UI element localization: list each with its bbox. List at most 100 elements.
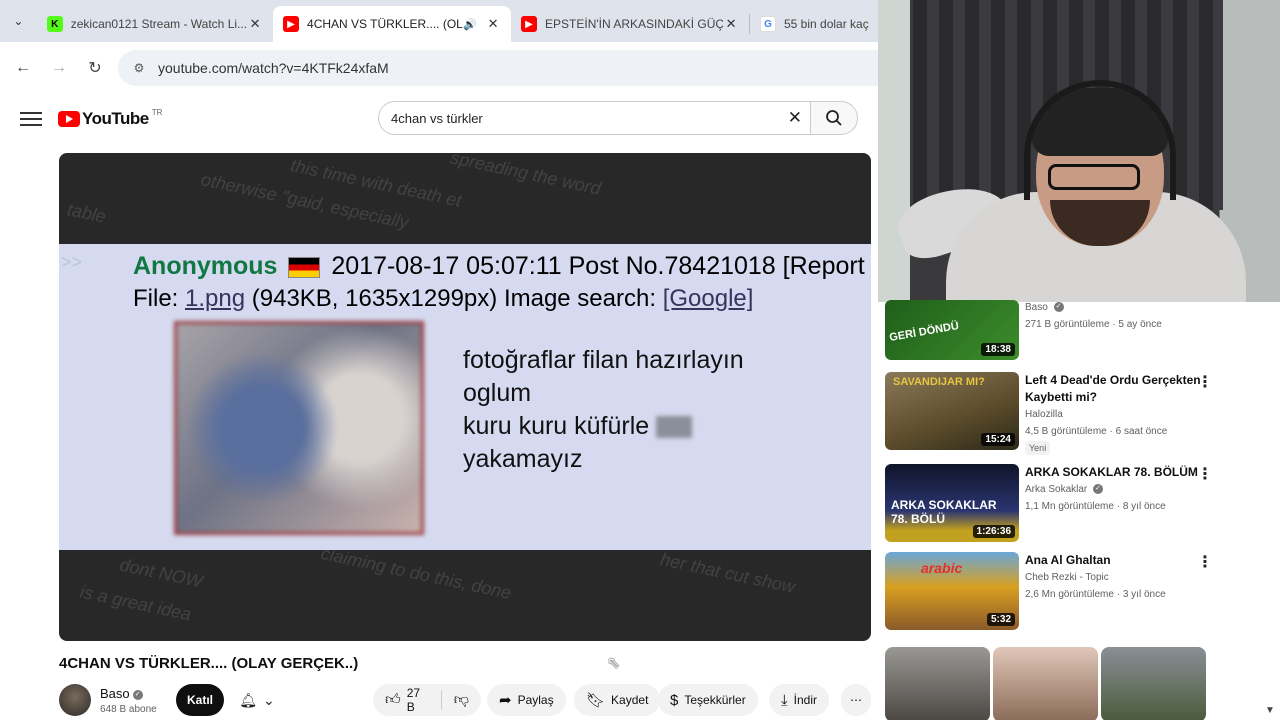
background-text: is a great idea <box>78 581 194 625</box>
tab-search-chevron-icon[interactable]: ⌄ <box>0 0 37 42</box>
message-line: yakamayız <box>463 445 583 473</box>
forward-arrow-icon[interactable]: → <box>46 55 72 81</box>
background-text: dont NOW <box>117 554 205 592</box>
thumbnail-text: SAVANDIJAR MI? <box>893 376 985 388</box>
close-tab-icon[interactable]: ✕ <box>485 16 501 32</box>
youtube-logo-text: YouTube <box>82 109 149 128</box>
verified-icon: ✓ <box>1053 302 1064 313</box>
message-line: oglum <box>463 379 532 407</box>
recommendation-item[interactable]: GERİ DÖNDÜ 18:38 Baso ✓ 271 B görüntülem… <box>885 300 1271 362</box>
share-button[interactable]: ➦ Paylaş <box>487 684 566 716</box>
short-thumbnail[interactable] <box>1101 647 1206 720</box>
super-thanks-icon: $ <box>670 691 679 709</box>
clear-search-icon[interactable]: ✕ <box>788 108 802 128</box>
channel-name[interactable]: Arka Sokaklar ✓ <box>1025 484 1104 495</box>
file-label: File: <box>133 285 179 312</box>
search-query-text: 4chan vs türkler <box>391 110 483 126</box>
channel-name-text: Baso <box>100 686 130 701</box>
url-field[interactable]: ⚙ youtube.com/watch?v=4KTFk24xfaM <box>118 50 880 86</box>
post-file-info: File: 1.png (943KB, 1635x1299px) Image s… <box>133 285 753 313</box>
video-thumbnail[interactable]: SAVANDIJAR MI? 15:24 <box>885 372 1019 450</box>
file-link: 1.png <box>185 285 246 312</box>
channel-name[interactable]: Baso ✓ <box>1025 302 1064 313</box>
thumbs-up-icon[interactable]: 👍︎ <box>385 691 401 709</box>
quote-marker: >> <box>61 252 83 272</box>
rec-channel-text: Baso <box>1025 302 1048 313</box>
thumbnail-text: ARKA SOKAKLAR 78. BÖLÜ <box>891 498 997 526</box>
channel-avatar[interactable] <box>59 684 91 716</box>
report-link: [Report <box>782 252 865 280</box>
recommendation-item[interactable]: arabic 5:32 Ana Al Ghaltan ⋮ Cheb Rezki … <box>885 552 1271 634</box>
forum-post: >> Anonymous 2017-08-17 05:07:11 Post No… <box>59 244 871 550</box>
recommendation-item[interactable]: SAVANDIJAR MI? 15:24 Left 4 Dead'de Ordu… <box>885 372 1271 455</box>
more-options-icon[interactable]: ⋮ <box>1197 464 1213 484</box>
youtube-header: YouTube TR 4chan vs türkler ✕ <box>0 94 880 144</box>
join-button[interactable]: Katıl <box>176 684 224 716</box>
browser-tab-4[interactable]: G 55 bin dolar kaç t <box>750 6 880 42</box>
speaker-icon[interactable]: 🔊 <box>463 18 477 31</box>
video-thumbnail[interactable]: arabic 5:32 <box>885 552 1019 630</box>
channel-name[interactable]: Halozilla <box>1025 409 1063 420</box>
channel-name[interactable]: Baso ✓ <box>100 686 143 701</box>
kick-icon: K <box>46 16 63 32</box>
webcam-overlay <box>878 0 1280 302</box>
search-button[interactable] <box>810 101 858 135</box>
browser-tab-3[interactable]: ▶ EPSTEİN'İN ARKASINDAKİ GÜÇ ✕ <box>511 6 749 42</box>
shorts-shelf <box>885 647 1207 720</box>
like-dislike-group: 👍︎ 27 B 👎︎ <box>373 684 481 716</box>
thanks-button[interactable]: $ Teşekkürler <box>658 684 758 716</box>
background-text: her that cut show <box>658 548 797 598</box>
share-icon: ➦ <box>499 692 512 709</box>
more-options-icon[interactable]: ⋮ <box>1197 372 1213 392</box>
recommendation-item[interactable]: ARKA SOKAKLAR 78. BÖLÜ 1:26:36 ARKA SOKA… <box>885 464 1271 546</box>
bookmark-icon: 🔖︎ <box>586 692 606 709</box>
reload-icon[interactable]: ↻ <box>82 55 108 81</box>
save-button[interactable]: 🔖︎ Kaydet <box>574 684 661 716</box>
channel-name[interactable]: Cheb Rezki - Topic <box>1025 572 1109 583</box>
background-text: table <box>65 199 108 227</box>
like-count[interactable]: 27 B <box>407 686 429 714</box>
duration-badge: 18:38 <box>981 343 1015 356</box>
close-tab-icon[interactable]: ✕ <box>247 16 263 32</box>
back-arrow-icon[interactable]: ← <box>10 55 36 81</box>
more-options-icon[interactable]: ⋮ <box>1197 552 1213 572</box>
save-label: Kaydet <box>611 693 649 707</box>
download-icon: ⤓ <box>781 691 788 709</box>
tab-title: zekican0121 Stream - Watch Li... <box>70 17 248 31</box>
file-details: (943KB, 1635x1299px) <box>251 285 498 312</box>
browser-tab-1[interactable]: K zekican0121 Stream - Watch Li... ✕ <box>37 6 273 42</box>
duration-badge: 15:24 <box>981 433 1015 446</box>
video-meta: 1,1 Mn görüntüleme · 8 yıl önce <box>1025 501 1166 512</box>
google-search-link: [Google] <box>662 285 754 312</box>
background-text: spreading the word <box>448 153 603 199</box>
more-actions-button[interactable]: ⋯ <box>841 684 871 716</box>
youtube-icon: ▶ <box>283 16 300 32</box>
notification-bell-button[interactable]: 🔔︎ ⌄ <box>231 684 283 716</box>
youtube-logo[interactable]: YouTube TR <box>58 107 163 129</box>
google-icon: G <box>760 16 776 32</box>
mouse-cursor-icon: ⇖ <box>607 655 621 672</box>
short-thumbnail[interactable] <box>885 647 990 720</box>
menu-icon[interactable] <box>20 112 42 126</box>
video-thumbnail[interactable]: GERİ DÖNDÜ 18:38 <box>885 300 1019 360</box>
bell-icon: 🔔︎ <box>239 691 258 708</box>
browser-tab-2-active[interactable]: ▶ 4CHAN VS TÜRKLER.... (OLA 🔊 ✕ <box>273 6 512 42</box>
short-thumbnail[interactable] <box>993 647 1098 720</box>
search-input[interactable]: 4chan vs türkler ✕ <box>378 101 810 135</box>
video-player[interactable]: spreading the word this time with death … <box>59 153 871 641</box>
scroll-down-arrow-icon[interactable]: ▼ <box>1265 705 1275 716</box>
video-thumbnail[interactable]: ARKA SOKAKLAR 78. BÖLÜ 1:26:36 <box>885 464 1019 542</box>
message-line: kuru kuru küfürle <box>463 412 650 440</box>
site-info-icon[interactable]: ⚙ <box>130 59 148 77</box>
address-bar-row: ← → ↻ ⚙ youtube.com/watch?v=4KTFk24xfaM <box>0 42 880 94</box>
country-code: TR <box>151 107 163 117</box>
video-title: 4CHAN VS TÜRKLER.... (OLAY GERÇEK..) <box>59 655 359 672</box>
thumbs-down-icon[interactable]: 👎︎ <box>454 691 469 709</box>
search-icon <box>826 110 842 126</box>
new-badge: Yeni <box>1025 441 1051 455</box>
download-button[interactable]: ⤓ İndir <box>769 684 829 716</box>
post-message: fotoğraflar filan hazırlayın oglum kuru … <box>463 344 744 476</box>
background-text: claiming to do this, done <box>319 543 514 603</box>
close-tab-icon[interactable]: ✕ <box>723 16 739 32</box>
tab-title: 4CHAN VS TÜRKLER.... (OLA <box>307 17 464 31</box>
